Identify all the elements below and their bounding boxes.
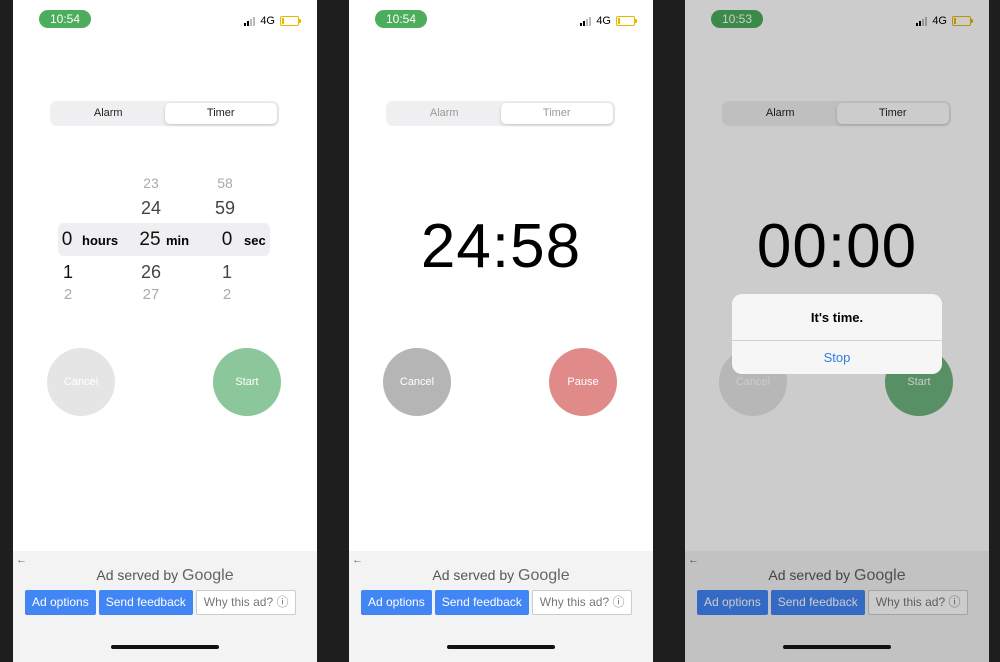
why-this-ad-button[interactable]: Why this ad? ⓘ [195, 590, 297, 615]
ad-options-button[interactable]: Ad options [361, 590, 432, 615]
network-label: 4G [596, 15, 611, 27]
send-feedback-button[interactable]: Send feedback [434, 590, 529, 615]
tab-timer[interactable]: Timer [500, 103, 613, 124]
alert-title: It's time. [810, 310, 864, 325]
duration-picker[interactable]: 0 1 2 hours 23 24 25 26 27 min 58 59 0 1… [13, 160, 317, 315]
status-time: 10:54 [39, 10, 91, 28]
seconds-unit-label: sec [244, 233, 266, 248]
status-indicators: 4G [580, 14, 637, 28]
mode-segmented-control: Alarm Timer [386, 101, 615, 126]
hours-below-1[interactable]: 1 [61, 262, 75, 283]
seconds-selected[interactable]: 0 [219, 229, 235, 251]
countdown-display: 24:58 [420, 212, 582, 281]
back-arrow-icon[interactable]: ← [16, 554, 27, 566]
hours-below-2[interactable]: 2 [61, 286, 75, 303]
cancel-button[interactable]: Cancel [383, 348, 451, 416]
why-this-ad-button[interactable]: Why this ad? ⓘ [531, 590, 633, 615]
home-indicator[interactable] [783, 645, 891, 649]
hours-selected[interactable]: 0 [59, 229, 75, 251]
minutes-unit-label: min [166, 233, 190, 248]
ad-buttons: Ad options Send feedback Why this ad? ⓘ [361, 590, 633, 615]
minutes-below-1[interactable]: 26 [138, 262, 164, 283]
hours-unit-label: hours [82, 233, 119, 248]
pause-button[interactable]: Pause [549, 348, 617, 416]
start-button[interactable]: Start [213, 348, 281, 416]
signal-icon [580, 16, 592, 26]
stop-button[interactable]: Stop [732, 350, 942, 365]
minutes-above-1[interactable]: 24 [138, 198, 164, 219]
cancel-button[interactable]: Cancel [47, 348, 115, 416]
google-logo: Google [518, 567, 570, 584]
minutes-below-2[interactable]: 27 [138, 286, 164, 303]
ad-served-text: Ad served by [432, 567, 515, 583]
network-label: 4G [260, 15, 275, 27]
screen-timer-setup: 10:54 4G Alarm Timer 0 1 2 hours 23 24 2… [13, 0, 317, 662]
ad-served-text: Ad served by [96, 567, 179, 583]
ad-options-button[interactable]: Ad options [25, 590, 96, 615]
signal-icon [244, 16, 256, 26]
ad-buttons: Ad options Send feedback Why this ad? ⓘ [25, 590, 297, 615]
status-indicators: 4G [244, 14, 301, 28]
timer-alert-dialog: It's time. Stop [732, 294, 942, 374]
seconds-below-2[interactable]: 2 [220, 286, 234, 303]
ad-served-by: Ad served by Google [349, 567, 653, 585]
screen-timer-finished: 10:53 4G Alarm Timer 00:00 Cancel Start … [685, 0, 989, 662]
seconds-below-1[interactable]: 1 [220, 262, 234, 283]
status-time: 10:54 [375, 10, 427, 28]
tab-alarm[interactable]: Alarm [388, 103, 501, 124]
alert-divider [732, 340, 942, 341]
minutes-above-2[interactable]: 23 [138, 175, 164, 191]
back-arrow-icon[interactable]: ← [352, 554, 363, 566]
google-logo: Google [182, 567, 234, 584]
ad-served-by: Ad served by Google [13, 567, 317, 585]
battery-icon [616, 16, 637, 26]
send-feedback-button[interactable]: Send feedback [98, 590, 193, 615]
screen-timer-running: 10:54 4G Alarm Timer 24:58 Cancel Pause … [349, 0, 653, 662]
home-indicator[interactable] [447, 645, 555, 649]
minutes-selected[interactable]: 25 [137, 229, 163, 251]
seconds-above-1[interactable]: 59 [212, 198, 238, 219]
tab-timer[interactable]: Timer [164, 103, 277, 124]
home-indicator[interactable] [111, 645, 219, 649]
tab-alarm[interactable]: Alarm [52, 103, 165, 124]
seconds-above-2[interactable]: 58 [212, 175, 238, 191]
battery-icon [280, 16, 301, 26]
mode-segmented-control: Alarm Timer [50, 101, 279, 126]
